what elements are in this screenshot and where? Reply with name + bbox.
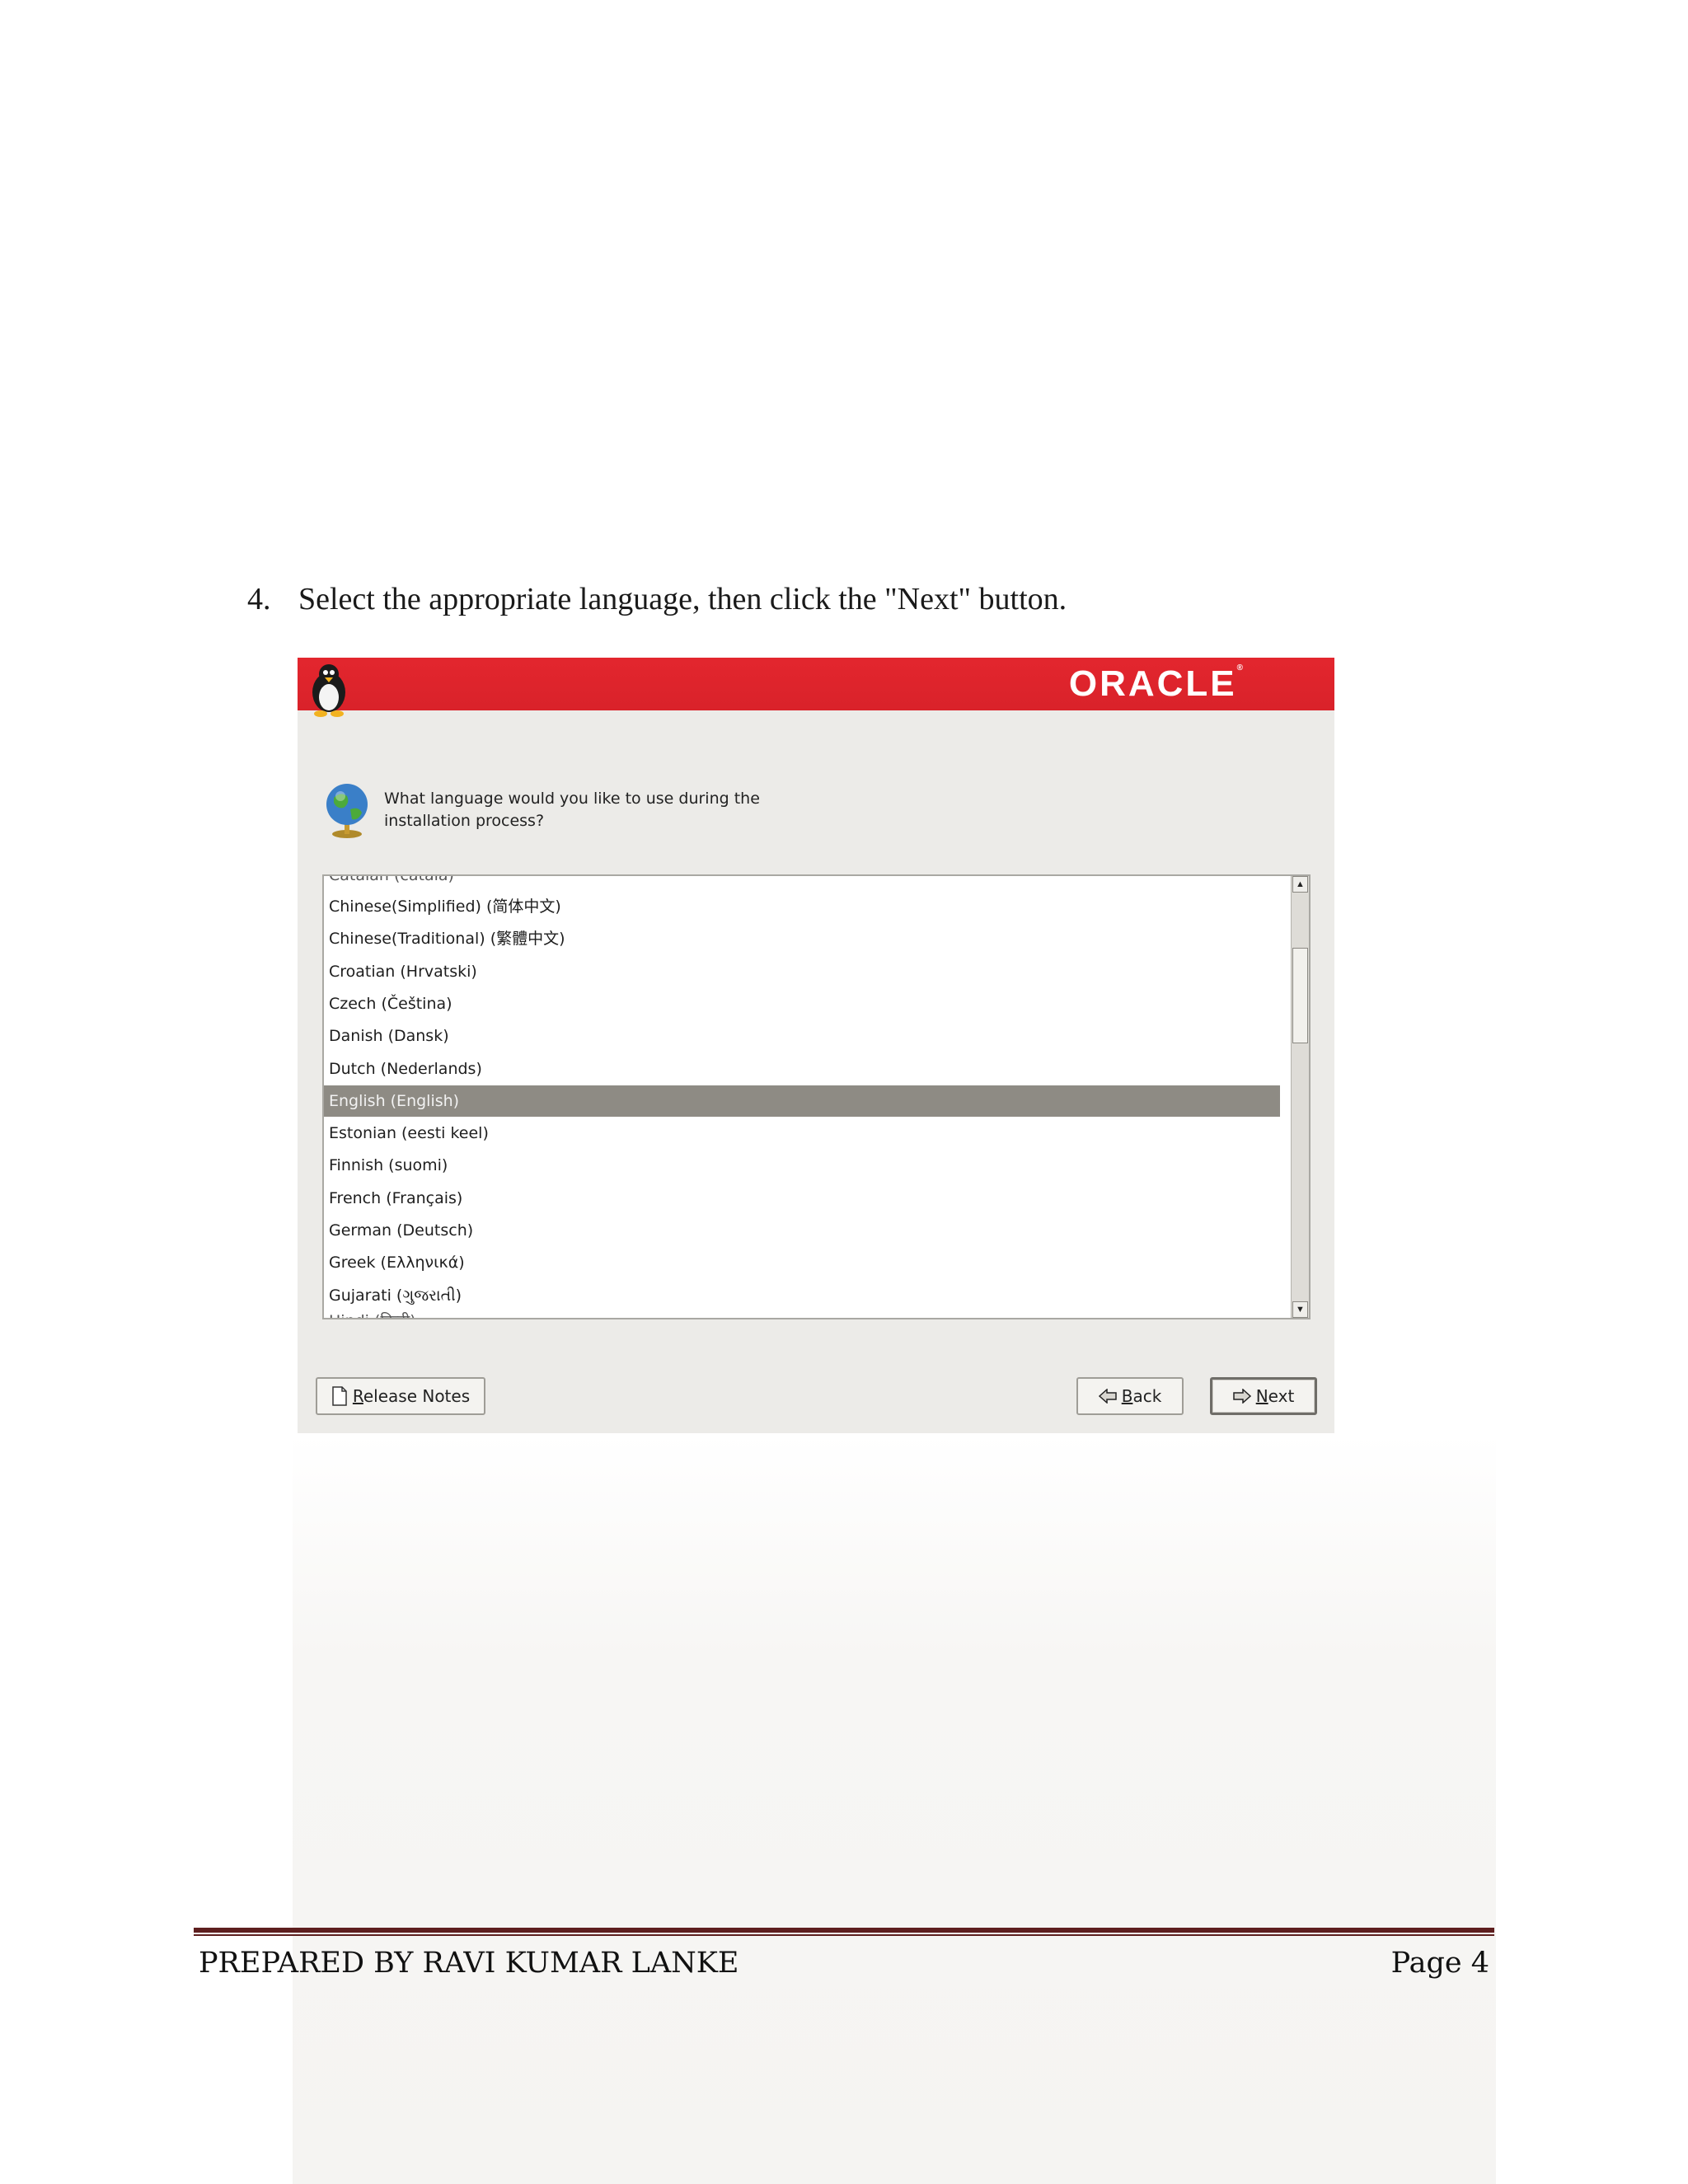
scroll-up-icon[interactable]: ▲	[1292, 876, 1308, 893]
release-notes-button[interactable]: Release Notes	[316, 1377, 485, 1415]
arrow-right-icon	[1232, 1389, 1251, 1404]
footer-page-number: Page 4	[1390, 1947, 1489, 1980]
arrow-left-icon	[1098, 1389, 1117, 1404]
language-item[interactable]: German (Deutsch)	[324, 1215, 1280, 1246]
step-instruction: 4. Select the appropriate language, then …	[247, 581, 1484, 617]
scroll-thumb[interactable]	[1292, 948, 1308, 1043]
back-button[interactable]: Back	[1076, 1377, 1184, 1415]
globe-icon	[326, 784, 368, 838]
language-item[interactable]: Chinese(Traditional) (繁體中文)	[324, 923, 1280, 954]
installer-screenshot: ORACLE® What language would you like to …	[298, 658, 1334, 1433]
language-item[interactable]: Dutch (Nederlands)	[324, 1053, 1280, 1085]
release-notes-label: Release Notes	[352, 1386, 471, 1406]
scroll-down-icon[interactable]: ▼	[1292, 1301, 1308, 1318]
tux-penguin-icon	[312, 664, 345, 717]
document-icon	[331, 1386, 348, 1406]
language-item[interactable]: Greek (Ελληνικά)	[324, 1247, 1280, 1278]
step-text: Select the appropriate language, then cl…	[298, 582, 1067, 616]
step-number: 4.	[247, 582, 271, 616]
question-line-1: What language would you like to use duri…	[384, 790, 760, 808]
question-line-2: installation process?	[384, 812, 545, 830]
footer-rule-thin	[194, 1934, 1494, 1936]
footer-author: PREPARED BY RAVI KUMAR LANKE	[199, 1947, 739, 1980]
language-item[interactable]: Estonian (eesti keel)	[324, 1118, 1280, 1149]
list-scrollbar[interactable]: ▲ ▼	[1291, 876, 1309, 1318]
clipped-item-top: Catalan (català)	[329, 876, 454, 883]
language-list-viewport: Catalan (català) Hindi (हिन्दी) Chinese(…	[324, 876, 1280, 1318]
language-item[interactable]: Gujarati (ગુજરાતી)	[324, 1280, 1280, 1311]
language-item[interactable]: French (Français)	[324, 1183, 1280, 1214]
language-list[interactable]: Catalan (català) Hindi (हिन्दी) Chinese(…	[322, 874, 1311, 1319]
language-item[interactable]: Danish (Dansk)	[324, 1020, 1280, 1052]
page-shading	[293, 1434, 1496, 2184]
back-label: Back	[1121, 1386, 1162, 1406]
footer-rule-thick	[194, 1928, 1494, 1933]
language-item[interactable]: Czech (Čeština)	[324, 988, 1280, 1019]
language-question: What language would you like to use duri…	[384, 788, 879, 832]
oracle-banner: ORACLE®	[298, 658, 1334, 717]
next-label: Next	[1255, 1386, 1295, 1406]
language-item[interactable]: Chinese(Simplified) (简体中文)	[324, 891, 1280, 922]
language-item[interactable]: English (English)	[324, 1085, 1280, 1117]
language-item[interactable]: Finnish (suomi)	[324, 1150, 1280, 1181]
language-item[interactable]: Croatian (Hrvatski)	[324, 956, 1280, 987]
next-button[interactable]: Next	[1210, 1377, 1317, 1415]
oracle-logo: ORACLE®	[1068, 663, 1245, 704]
